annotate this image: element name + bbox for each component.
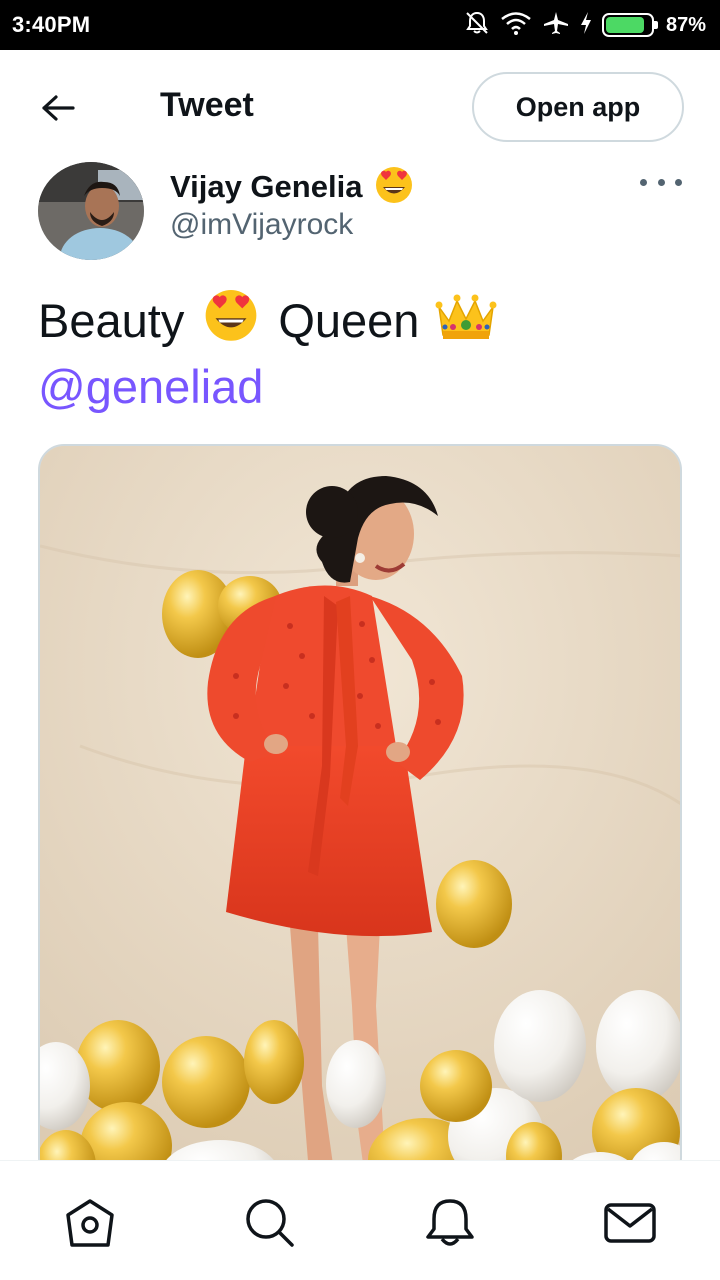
battery-percent: 87%: [665, 13, 706, 36]
charging-icon: [580, 11, 592, 40]
smiling-face-heart-eyes-emoji: [200, 284, 262, 358]
back-button[interactable]: [36, 88, 80, 128]
tweet-header: Tweet Open app: [0, 50, 720, 160]
smiling-face-heart-eyes-emoji: [372, 164, 416, 209]
bottom-navigation: [0, 1160, 720, 1280]
tweet-text: Beauty Queen @geneliad: [38, 288, 688, 420]
nav-notifications[interactable]: [422, 1197, 478, 1249]
nav-search[interactable]: [242, 1197, 298, 1249]
tweet-author: Vijay Genelia @imVijayrock: [0, 160, 720, 270]
search-icon: [246, 1199, 294, 1247]
tweet-word-beauty: Beauty: [38, 294, 185, 347]
home-icon: [66, 1199, 114, 1247]
battery-icon: [601, 13, 658, 37]
mute-icon: [464, 10, 490, 41]
author-handle[interactable]: @imVijayrock: [170, 208, 353, 242]
status-bar: 3:40PM 87%: [0, 0, 720, 50]
open-app-button[interactable]: Open app: [472, 72, 684, 142]
nav-home[interactable]: [62, 1197, 118, 1249]
mention-link[interactable]: @geneliad: [38, 357, 263, 417]
messages-icon: [604, 1203, 656, 1243]
tweet-text-line-1: Beauty Queen: [38, 288, 688, 354]
more-options-icon[interactable]: [640, 170, 682, 194]
tweet-photo[interactable]: [38, 444, 682, 1184]
notifications-icon: [426, 1199, 474, 1246]
tweet-word-queen: Queen: [278, 294, 420, 347]
author-name-row: Vijay Genelia: [170, 164, 416, 209]
avatar[interactable]: [38, 162, 144, 260]
wifi-icon: [500, 10, 532, 41]
page-title: Tweet: [160, 86, 254, 124]
author-display-name[interactable]: Vijay Genelia: [170, 169, 362, 205]
status-icons: 87%: [464, 9, 706, 41]
arrow-left-icon: [42, 95, 75, 121]
tweet-text-line-2: @geneliad: [38, 354, 688, 420]
nav-messages[interactable]: [602, 1197, 658, 1249]
airplane-icon: [542, 10, 570, 41]
crown-emoji: [435, 285, 497, 357]
status-time: 3:40PM: [12, 12, 91, 37]
